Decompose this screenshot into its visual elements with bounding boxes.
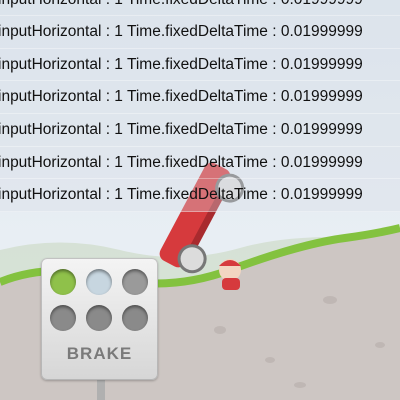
debug-log: inputHorizontal : 1 Time.fixedDeltaTime … [0, 0, 400, 213]
brake-hole-icon [122, 305, 148, 331]
debug-log-line: inputHorizontal : 1 Time.fixedDeltaTime … [0, 179, 400, 213]
debug-log-line: inputHorizontal : 1 Time.fixedDeltaTime … [0, 16, 400, 49]
debug-log-line: inputHorizontal : 1 Time.fixedDeltaTime … [0, 48, 400, 82]
brake-hole-icon [50, 269, 76, 295]
debug-log-line: inputHorizontal : 1 Time.fixedDeltaTime … [0, 0, 400, 16]
driver-character [219, 259, 241, 290]
brake-button[interactable]: BRAKE [41, 258, 158, 380]
debug-log-line: inputHorizontal : 1 Time.fixedDeltaTime … [0, 81, 400, 115]
brake-hole-icon [86, 269, 112, 295]
brake-hole-icon [86, 305, 112, 331]
brake-label: BRAKE [66, 344, 133, 363]
debug-log-line: inputHorizontal : 1 Time.fixedDeltaTime … [0, 114, 400, 147]
brake-hole-icon [122, 269, 148, 295]
debug-log-line: inputHorizontal : 1 Time.fixedDeltaTime … [0, 146, 400, 180]
brake-hole-icon [50, 305, 76, 331]
